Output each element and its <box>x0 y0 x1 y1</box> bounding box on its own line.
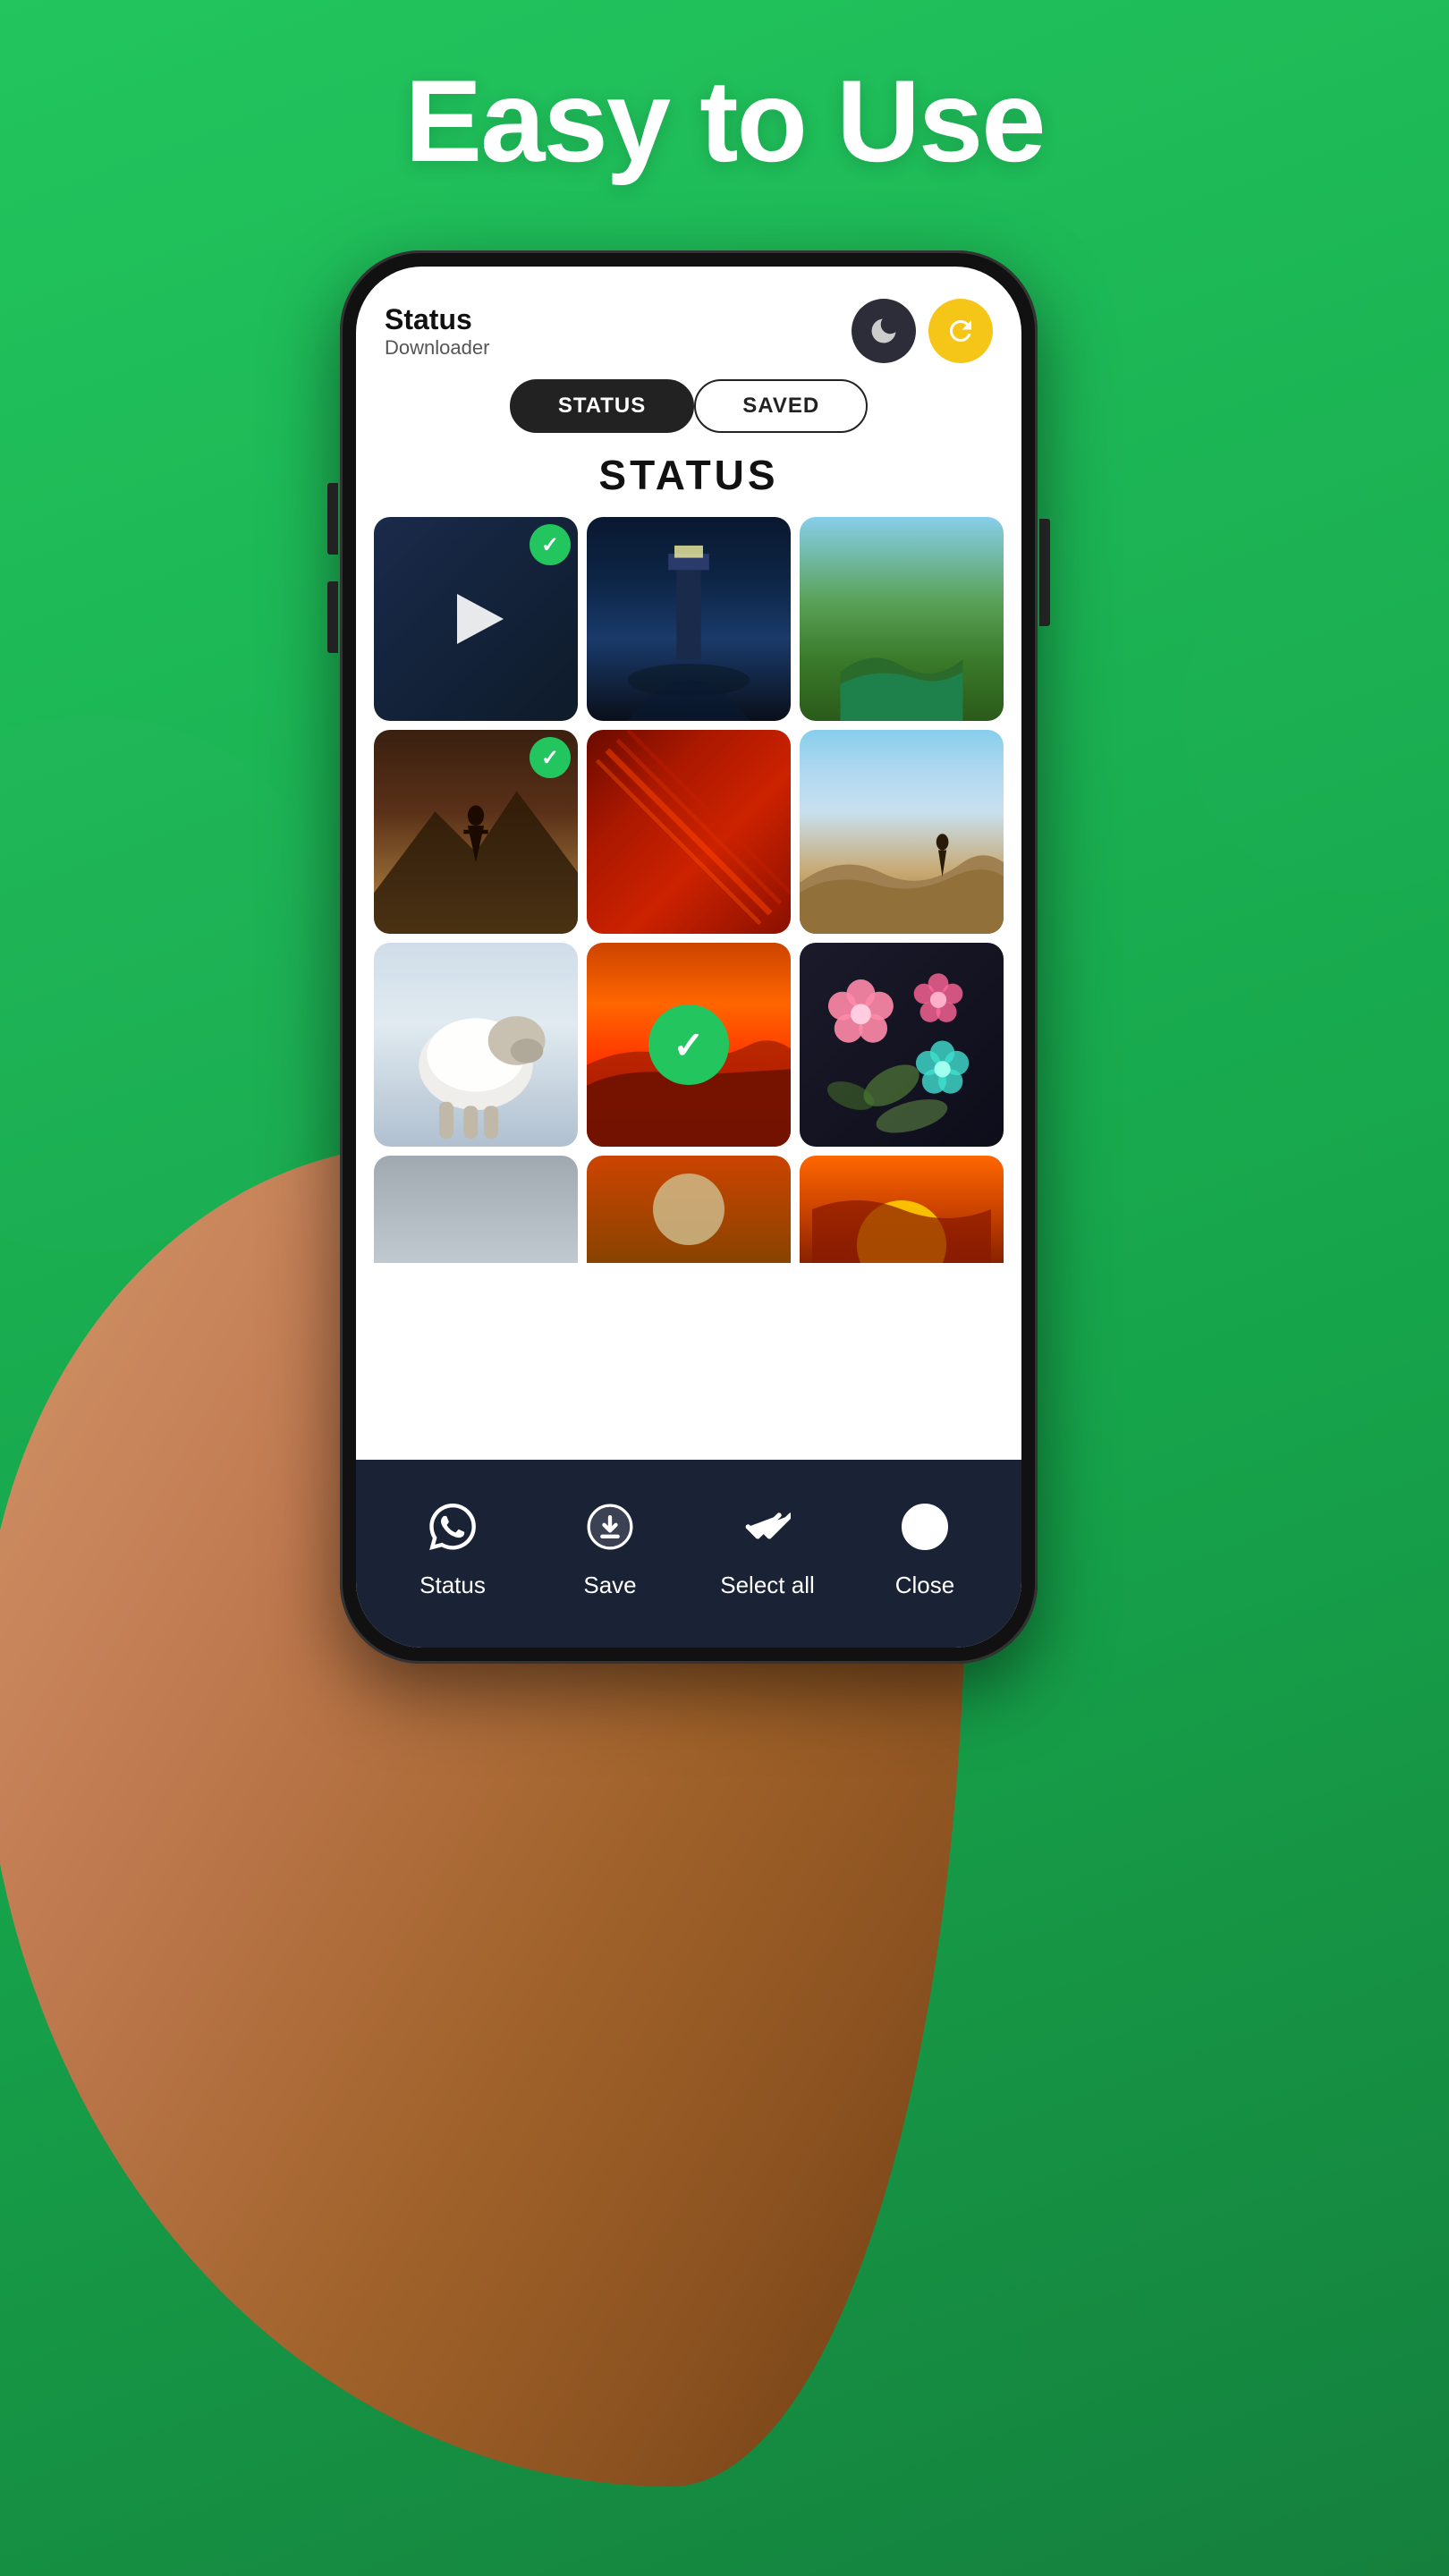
floral-svg <box>800 943 1004 1147</box>
lighthouse-svg <box>587 517 791 721</box>
sheep-svg <box>374 943 578 1147</box>
nav-close[interactable]: Close <box>846 1491 1004 1599</box>
nav-status-label: Status <box>419 1572 486 1599</box>
photo-cell-4[interactable]: ✓ <box>374 730 578 934</box>
phone-screen: Status Downloader <box>356 267 1021 1648</box>
photo-cell-partial-3[interactable] <box>800 1156 1004 1263</box>
section-title: STATUS <box>356 451 1021 499</box>
nav-select-all[interactable]: Select all <box>689 1491 846 1599</box>
volume-button-up <box>327 483 338 555</box>
photo-cell-1[interactable]: ✓ <box>374 517 578 721</box>
tab-status[interactable]: STATUS <box>510 379 694 433</box>
app-header: Status Downloader <box>356 267 1021 379</box>
header-icons <box>852 299 993 363</box>
whatsapp-icon <box>417 1491 488 1563</box>
download-icon <box>574 1491 646 1563</box>
page-title: Easy to Use <box>0 54 1449 188</box>
photo-cell-8[interactable]: ✓ <box>587 943 791 1147</box>
nature-svg <box>800 598 1004 721</box>
phone-mockup: Status Downloader <box>233 250 1216 2308</box>
bottom-nav: Status Save <box>356 1460 1021 1648</box>
photo-cell-partial-2[interactable] <box>587 1156 791 1263</box>
refresh-button[interactable] <box>928 299 993 363</box>
photo-cell-5[interactable] <box>587 730 791 934</box>
play-icon <box>457 594 504 644</box>
dark-mode-button[interactable] <box>852 299 916 363</box>
nav-select-all-label: Select all <box>720 1572 815 1599</box>
checkmark-double-icon <box>732 1491 803 1563</box>
nav-close-label: Close <box>895 1572 954 1599</box>
moon-svg <box>587 1156 791 1263</box>
photo-cell-9[interactable] <box>800 943 1004 1147</box>
app-name: Status <box>385 303 489 336</box>
photo-cell-3[interactable] <box>800 517 1004 721</box>
app-title-block: Status Downloader <box>385 303 489 360</box>
photo-grid-bottom <box>356 1156 1021 1263</box>
mountain-person-svg <box>800 730 1004 934</box>
photo-cell-6[interactable] <box>800 730 1004 934</box>
photo-grid-row3: ✓ <box>356 943 1021 1147</box>
volume-button-down <box>327 581 338 653</box>
phone-frame: Status Downloader <box>340 250 1038 1664</box>
app-subtitle: Downloader <box>385 336 489 360</box>
power-button <box>1039 519 1050 626</box>
close-circle-icon <box>889 1491 961 1563</box>
photo-cell-partial-1[interactable] <box>374 1156 578 1263</box>
check-badge-8: ✓ <box>648 1004 729 1085</box>
nav-status[interactable]: Status <box>374 1491 531 1599</box>
check-badge-4: ✓ <box>530 737 571 778</box>
check-badge-1: ✓ <box>530 524 571 565</box>
photo-grid: ✓ <box>356 517 1021 934</box>
nav-save[interactable]: Save <box>531 1491 689 1599</box>
nav-save-label: Save <box>583 1572 636 1599</box>
tab-saved[interactable]: SAVED <box>694 379 868 433</box>
photo-cell-2[interactable] <box>587 517 791 721</box>
feather-svg <box>587 730 791 934</box>
photo-cell-7[interactable] <box>374 943 578 1147</box>
sun-svg <box>800 1156 1004 1263</box>
tab-bar: STATUS SAVED <box>356 379 1021 451</box>
